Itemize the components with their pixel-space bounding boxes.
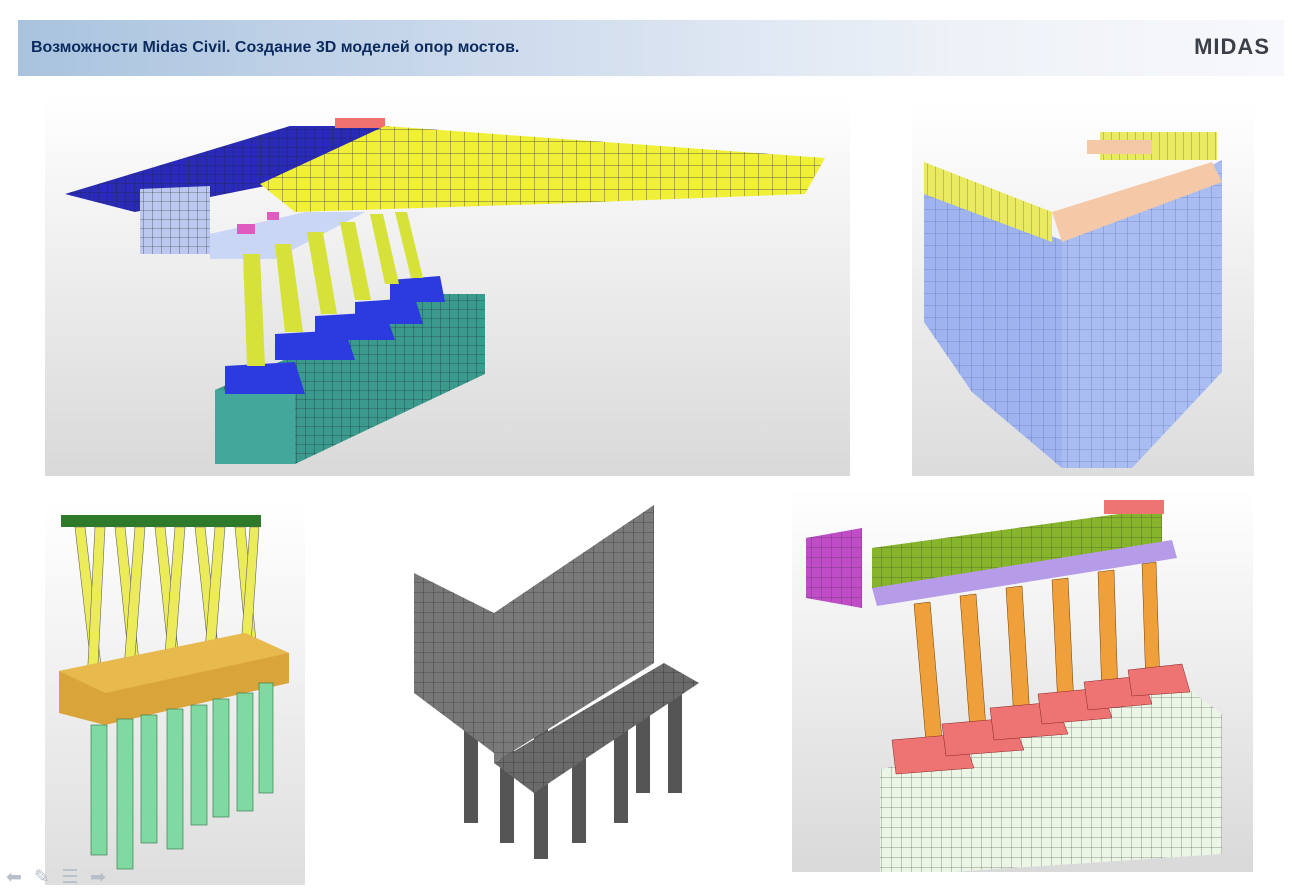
arrow-right-icon[interactable]: ➡ <box>86 866 110 888</box>
figure-multi-column-pier <box>792 488 1253 872</box>
wall-pier-model-image <box>924 132 1222 468</box>
abutment-mesh-image <box>414 505 699 859</box>
figure-wall-pier-on-pile-group <box>912 102 1254 476</box>
figure-abutment-mesh <box>404 493 714 871</box>
menu-icon[interactable]: ☰ <box>58 866 82 888</box>
multi-column-model-image <box>806 500 1222 872</box>
inclined-pile-model-image <box>59 515 289 870</box>
pen-icon[interactable]: ✎ <box>30 866 54 888</box>
midas-logo: MIDAS <box>1194 34 1270 59</box>
slide-navigation: ⬅ ✎ ☰ ➡ <box>2 866 122 890</box>
slide-header: Возможности Midas Civil. Создание 3D мод… <box>18 20 1284 76</box>
pier-deck-model-image <box>65 118 825 464</box>
arrow-left-icon[interactable]: ⬅ <box>2 866 26 888</box>
slide-title: Возможности Midas Civil. Создание 3D мод… <box>31 39 520 56</box>
figure-pier-model-with-deck <box>45 94 850 476</box>
figure-inclined-pile-pier <box>45 503 305 885</box>
